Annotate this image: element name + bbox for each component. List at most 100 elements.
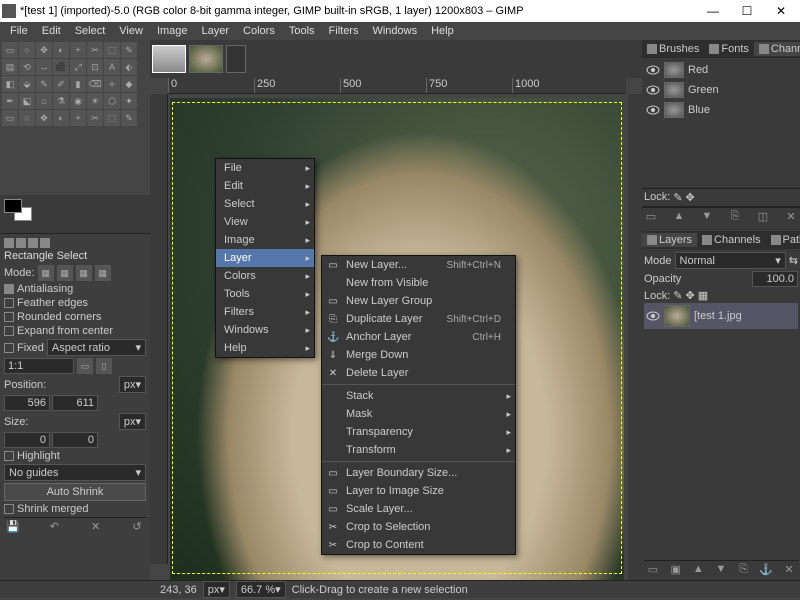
menu-tools[interactable]: Tools [283,24,321,38]
tool-24[interactable]: ✒ [2,93,18,109]
mode-int[interactable]: ▦ [95,265,111,281]
ch-sel[interactable]: ◫ [756,210,770,223]
size-y-field[interactable]: 0 [52,432,98,448]
lock-pixel-icon[interactable]: ✎ [673,191,682,204]
tool-4[interactable]: + [70,42,86,58]
tool-30[interactable]: ⬡ [104,93,120,109]
ratio-portrait[interactable]: ▯ [96,358,112,374]
toolopt-restore[interactable]: ↶ [47,520,61,533]
zoom-select[interactable]: 66.7 %▾ [236,581,286,598]
layer-dup[interactable]: ⎘ [737,563,751,576]
tool-38[interactable]: ⬚ [104,110,120,126]
size-x-field[interactable]: 0 [4,432,50,448]
tool-35[interactable]: ◐ [53,110,69,126]
fg-color[interactable] [4,199,22,213]
toolopt-reset[interactable]: ↺ [130,520,144,533]
ctx-layer-layer-boundary-size-[interactable]: ▭Layer Boundary Size... [322,464,515,482]
image-tab-3[interactable] [226,45,246,73]
tool-37[interactable]: ✂ [87,110,103,126]
layer-group[interactable]: ▣ [669,563,683,576]
ctx-layer-layer-to-image-size[interactable]: ▭Layer to Image Size [322,482,515,500]
ch-dup[interactable]: ⎘ [728,210,742,223]
tool-15[interactable]: ⬖ [121,59,137,75]
menu-image[interactable]: Image [151,24,194,38]
menu-select[interactable]: Select [69,24,112,38]
tool-0[interactable]: ▭ [2,42,18,58]
ctx-windows[interactable]: Windows▸ [216,321,314,339]
tool-10[interactable]: ↔ [36,59,52,75]
ctx-filters[interactable]: Filters▸ [216,303,314,321]
menu-help[interactable]: Help [425,24,460,38]
position-unit[interactable]: px▾ [119,376,146,393]
autoshrink-button[interactable]: Auto Shrink [4,483,146,501]
lock-pos-icon[interactable]: ✥ [686,191,695,204]
channel-blue[interactable]: Blue [644,100,798,120]
maximize-button[interactable]: ☐ [730,0,764,22]
color-swatches[interactable] [4,199,40,229]
menu-layer[interactable]: Layer [196,24,236,38]
tool-2[interactable]: ✥ [36,42,52,58]
ctx-help[interactable]: Help▸ [216,339,314,357]
shrinkmerged-checkbox[interactable] [4,504,14,514]
ch-new[interactable]: ▭ [644,210,658,223]
ctx-select[interactable]: Select▸ [216,195,314,213]
layer-up[interactable]: ▲ [691,563,705,576]
layer-down[interactable]: ▼ [714,563,728,576]
eye-icon[interactable] [646,64,660,76]
ctx-layer-transparency[interactable]: Transparency▸ [322,423,515,441]
ctx-layer-new-layer-[interactable]: ▭New Layer...Shift+Ctrl+N [322,256,515,274]
tool-32[interactable]: ▭ [2,110,18,126]
menu-colors[interactable]: Colors [237,24,281,38]
ch-down[interactable]: ▼ [700,210,714,223]
tab-layers[interactable]: Layers [642,233,697,247]
tool-7[interactable]: ✎ [121,42,137,58]
tool-36[interactable]: + [70,110,86,126]
close-button[interactable]: ✕ [764,0,798,22]
tab-paths[interactable]: Paths [766,233,800,247]
layer-name[interactable]: [test 1.jpg [694,310,742,322]
toolopt-delete[interactable]: ✕ [89,520,103,533]
tool-26[interactable]: ⌂ [36,93,52,109]
ratio-field[interactable]: 1:1 [4,358,74,374]
scrollbar-vertical[interactable] [628,94,642,580]
menu-edit[interactable]: Edit [36,24,67,38]
size-unit[interactable]: px▾ [119,413,146,430]
ctx-edit[interactable]: Edit▸ [216,177,314,195]
tool-18[interactable]: ✎ [36,76,52,92]
tool-11[interactable]: ⬛ [53,59,69,75]
layer-anchor[interactable]: ⚓ [759,563,773,576]
tool-29[interactable]: ☀ [87,93,103,109]
image-tab-2[interactable] [189,45,223,73]
ctx-colors[interactable]: Colors▸ [216,267,314,285]
menu-view[interactable]: View [113,24,149,38]
minimize-button[interactable]: — [696,0,730,22]
rounded-checkbox[interactable] [4,312,14,322]
mode-switch-icon[interactable]: ⇆ [789,254,798,267]
ch-del[interactable]: ✕ [784,210,798,223]
pos-x-field[interactable]: 596 [4,395,50,411]
tool-31[interactable]: ✦ [121,93,137,109]
tool-34[interactable]: ✥ [36,110,52,126]
ratio-landscape[interactable]: ▭ [77,358,93,374]
aa-checkbox[interactable] [4,284,14,294]
eye-icon[interactable] [646,104,660,116]
ctx-tools[interactable]: Tools▸ [216,285,314,303]
ctx-image[interactable]: Image▸ [216,231,314,249]
tool-28[interactable]: ◉ [70,93,86,109]
status-unit-select[interactable]: px▾ [203,581,230,598]
opacity-field[interactable]: 100.0 [752,271,798,287]
ctx-layer-new-from-visible[interactable]: New from Visible [322,274,515,292]
tool-1[interactable]: ○ [19,42,35,58]
ch-up[interactable]: ▲ [672,210,686,223]
eye-icon[interactable] [646,310,660,322]
mode-sub[interactable]: ▦ [76,265,92,281]
menu-filters[interactable]: Filters [323,24,365,38]
feather-checkbox[interactable] [4,298,14,308]
channel-green[interactable]: Green [644,80,798,100]
lock-pos-icon[interactable]: ✥ [686,289,695,302]
menu-windows[interactable]: Windows [366,24,423,38]
blend-mode-select[interactable]: Normal▾ [675,252,786,269]
ctx-layer-crop-to-content[interactable]: ✂Crop to Content [322,536,515,554]
guides-select[interactable]: No guides▾ [4,464,146,481]
image-tab-1[interactable] [152,45,186,73]
